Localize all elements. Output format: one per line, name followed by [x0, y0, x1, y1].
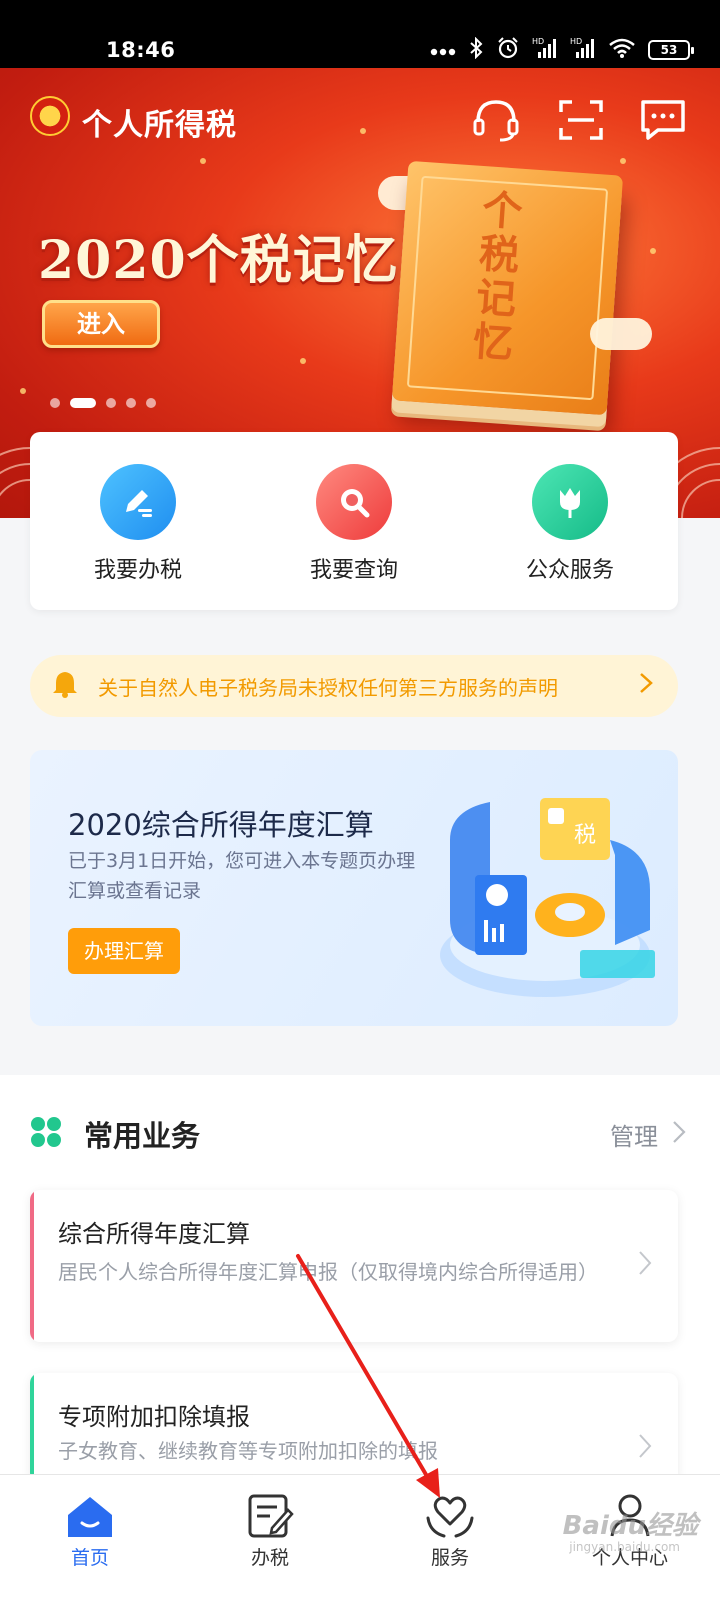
svg-text:HD: HD	[532, 37, 544, 46]
sparkle	[650, 248, 656, 254]
status-time: 18:46	[106, 38, 176, 62]
section-title: 常用业务	[84, 1119, 201, 1153]
annual-title: 2020综合所得年度汇算	[68, 808, 374, 842]
quick-actions-card: 我要办税 我要查询 公众服务	[30, 432, 678, 610]
clover-grid-icon	[30, 1116, 62, 1152]
watermark-url: jingyan.baidu.com	[569, 1540, 680, 1554]
carousel-dot[interactable]	[146, 398, 156, 408]
tab-home[interactable]: 首页	[0, 1475, 180, 1600]
home-icon	[63, 1491, 117, 1541]
carousel-dot[interactable]	[50, 398, 60, 408]
svg-text:HD: HD	[570, 37, 582, 46]
sparkle	[360, 128, 366, 134]
signal-icon-2: HD	[570, 36, 596, 64]
quick-action-label: 公众服务	[525, 558, 614, 583]
carousel-indicator	[50, 398, 156, 408]
cloud-decoration	[590, 318, 652, 350]
message-icon[interactable]	[640, 98, 688, 142]
chevron-right-icon	[638, 1433, 652, 1466]
chevron-right-icon	[638, 671, 678, 702]
tab-label: 服务	[430, 1547, 469, 1569]
status-icons: HD HD 53	[430, 36, 694, 64]
manage-label: 管理	[610, 1123, 658, 1151]
heart-hands-icon	[423, 1491, 477, 1541]
chevron-right-icon	[672, 1120, 686, 1150]
annual-description: 已于3月1日开始，您可进入本专题页办理汇算或查看记录	[68, 850, 416, 902]
bell-icon	[52, 670, 78, 702]
banner-title: 2020个税记忆	[38, 230, 399, 291]
quick-action-label: 我要查询	[309, 558, 398, 583]
battery-icon: 53	[648, 40, 694, 60]
carousel-dot-active[interactable]	[70, 398, 96, 408]
tax-form-icon	[243, 1491, 297, 1541]
tax-dashboard-illustration: 税	[440, 798, 655, 997]
accent-bar	[30, 1373, 34, 1483]
service-item-annual-settlement[interactable]: 综合所得年度汇算 居民个人综合所得年度汇算申报（仅取得境内综合所得适用）	[30, 1190, 678, 1342]
tab-services[interactable]: 服务	[360, 1475, 540, 1600]
bluetooth-icon	[468, 36, 484, 63]
tulip-icon	[532, 464, 608, 540]
service-description: 居民个人综合所得年度汇算申报（仅取得境内综合所得适用）	[58, 1260, 598, 1284]
quick-action-query[interactable]: 我要查询	[264, 464, 444, 610]
service-title: 综合所得年度汇算	[58, 1220, 250, 1248]
tab-handle-tax[interactable]: 办税	[180, 1475, 360, 1600]
common-services-section: 常用业务 管理 综合所得年度汇算 居民个人综合所得年度汇算申报（仅取得境内综合所…	[0, 1075, 720, 1483]
signal-icon-1: HD	[532, 36, 558, 64]
wifi-icon	[608, 37, 636, 63]
accent-bar	[30, 1190, 34, 1342]
manage-button[interactable]: 管理	[610, 1117, 686, 1152]
quick-action-handle-tax[interactable]: 我要办税	[48, 464, 228, 610]
scan-icon[interactable]	[558, 98, 606, 142]
customer-service-icon[interactable]	[472, 98, 520, 142]
sparkle	[20, 388, 26, 394]
tab-label: 首页	[70, 1547, 109, 1569]
status-bar: 18:46 HD HD 53	[0, 0, 720, 68]
sparkle	[300, 358, 306, 364]
chevron-right-icon	[638, 1250, 652, 1283]
watermark: Baidu经验	[562, 1511, 698, 1541]
quick-action-public-service[interactable]: 公众服务	[480, 464, 660, 610]
service-item-special-deduction[interactable]: 专项附加扣除填报 子女教育、继续教育等专项附加扣除的填报	[30, 1373, 678, 1483]
section-header: 常用业务	[30, 1113, 200, 1155]
app-title: 个人所得税	[82, 108, 237, 143]
search-icon	[316, 464, 392, 540]
notice-text: 关于自然人电子税务局未授权任何第三方服务的声明	[98, 675, 558, 700]
carousel-dot[interactable]	[126, 398, 136, 408]
handle-settlement-button[interactable]: 办理汇算	[68, 928, 180, 974]
enter-button[interactable]: 进入	[42, 300, 160, 348]
tab-label: 办税	[250, 1547, 289, 1569]
quick-action-label: 我要办税	[93, 558, 182, 583]
annual-settlement-card[interactable]: 2020综合所得年度汇算 已于3月1日开始，您可进入本专题页办理汇算或查看记录 …	[30, 750, 678, 1026]
service-title: 专项附加扣除填报	[58, 1403, 250, 1431]
alarm-icon	[496, 36, 520, 64]
sparkle	[620, 158, 626, 164]
tax-emblem-logo	[30, 96, 70, 136]
svg-text:税: 税	[574, 823, 596, 848]
sparkle	[200, 158, 206, 164]
notice-bar[interactable]: 关于自然人电子税务局未授权任何第三方服务的声明	[30, 655, 678, 717]
edit-icon	[100, 464, 176, 540]
tax-memory-book-illustration: 个税记忆	[391, 160, 624, 416]
service-description: 子女教育、继续教育等专项附加扣除的填报	[58, 1439, 438, 1463]
carousel-dot[interactable]	[106, 398, 116, 408]
more-dots-icon	[430, 41, 456, 60]
